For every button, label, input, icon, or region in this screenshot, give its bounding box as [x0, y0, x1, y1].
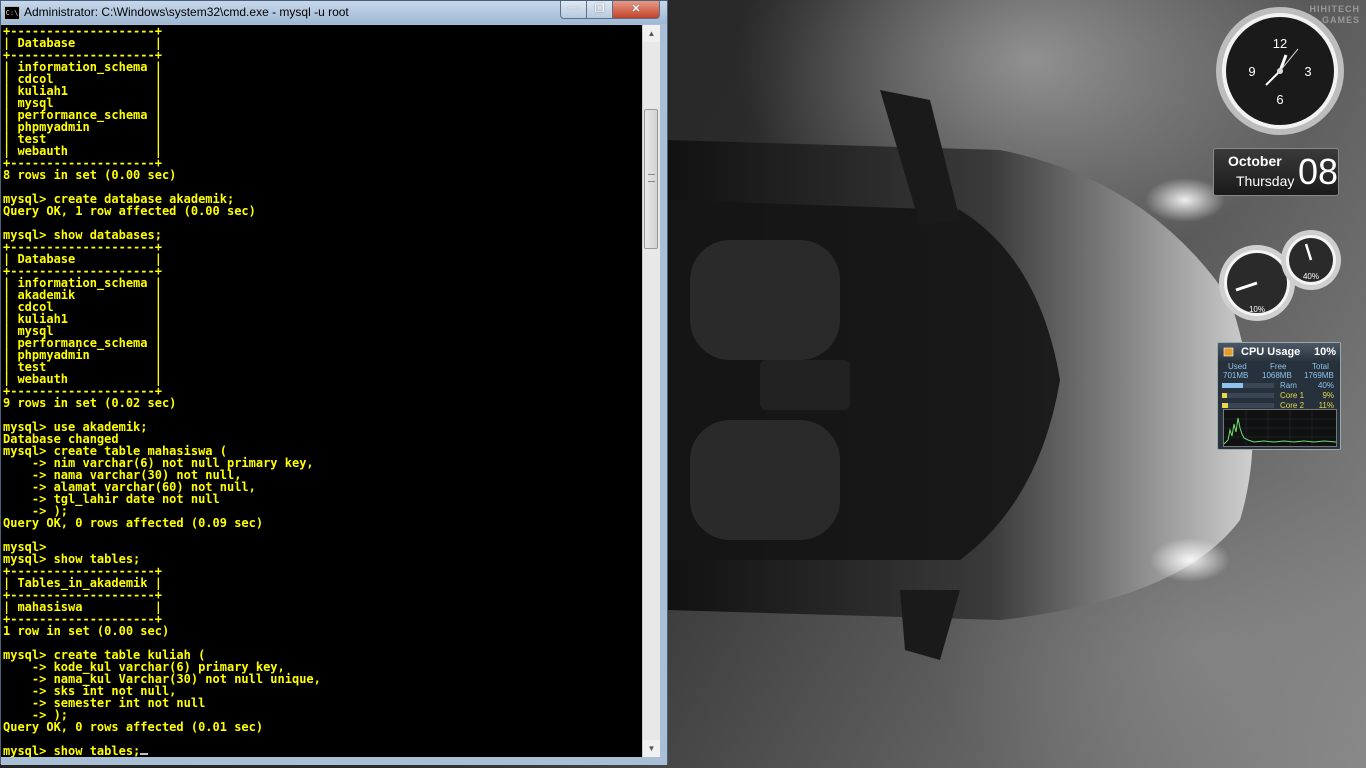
cpu-history-line [1224, 417, 1336, 445]
window-titlebar[interactable]: C:\ Administrator: C:\Windows\system32\c… [1, 1, 667, 24]
cpu-usage-header: CPU Usage 10% [1218, 343, 1340, 361]
close-button[interactable]: ✕ [612, 1, 660, 19]
total-value: 1769MB [1304, 371, 1334, 380]
clock-numeral-6: 6 [1276, 92, 1283, 107]
close-icon: ✕ [631, 3, 641, 15]
maximize-button[interactable]: ❐ [586, 1, 613, 19]
text-cursor [140, 753, 149, 755]
minimize-button[interactable]: — [560, 1, 587, 19]
window-title: Administrator: C:\Windows\system32\cmd.e… [24, 5, 349, 19]
console-line: Query OK, 0 rows affected (0.01 sec) [3, 720, 264, 734]
cpu-meter-label: 10% [1249, 305, 1265, 314]
cpu-usage-percent: 10% [1313, 346, 1336, 358]
ram-meter-label: 40% [1303, 272, 1319, 281]
clock-gadget[interactable]: 12 3 6 9 [1214, 5, 1346, 137]
cmd-window[interactable]: C:\ Administrator: C:\Windows\system32\c… [0, 0, 668, 765]
ram-bar-fill [1222, 383, 1243, 388]
maximize-icon: ❐ [594, 3, 605, 15]
console-text: +--------------------+ | Database | +---… [1, 25, 642, 757]
console-line: 8 rows in set (0.00 sec) [3, 168, 177, 182]
console-line: 9 rows in set (0.02 sec) [3, 396, 177, 410]
console-input-line[interactable]: mysql> show tables; [3, 744, 140, 757]
calendar-gadget[interactable]: October Thursday 08 [1213, 148, 1339, 196]
scroll-up-arrow-icon[interactable]: ▲ [643, 25, 660, 42]
core1-bar-fill [1222, 393, 1227, 398]
cpu-usage-gadget[interactable]: CPU Usage 10% Used Free Total 701MB 1068… [1217, 342, 1341, 450]
cmd-icon[interactable]: C:\ [4, 6, 20, 20]
clock-face: 12 3 6 9 [1216, 7, 1344, 135]
free-header: Free [1270, 362, 1287, 371]
total-header: Total [1312, 362, 1329, 371]
ram-bar [1222, 383, 1274, 388]
calendar-day: 08 [1298, 151, 1339, 192]
minimize-icon: — [568, 2, 579, 14]
scrollbar-thumb[interactable] [644, 108, 658, 249]
used-header: Used [1228, 362, 1247, 371]
clock-numeral-12: 12 [1273, 36, 1287, 51]
console-output[interactable]: +--------------------+ | Database | +---… [1, 25, 642, 757]
free-value: 1068MB [1262, 371, 1292, 380]
console-line: 1 row in set (0.00 sec) [3, 624, 170, 638]
ram-row-value: 40% [1317, 381, 1334, 390]
clock-numeral-3: 3 [1304, 64, 1311, 79]
core2-bar-fill [1222, 403, 1228, 408]
ram-row: Ram 40% [1222, 381, 1336, 390]
calendar-month: October [1228, 153, 1282, 169]
core1-bar [1222, 393, 1274, 398]
core1-row: Core 1 9% [1222, 391, 1336, 400]
clock-numeral-9: 9 [1248, 64, 1255, 79]
console-line: Query OK, 1 row affected (0.00 sec) [3, 204, 256, 218]
used-value: 701MB [1223, 371, 1249, 380]
calendar-weekday: Thursday [1236, 173, 1295, 189]
scroll-down-arrow-icon[interactable]: ▼ [643, 740, 660, 757]
console-line: Query OK, 0 rows affected (0.09 sec) [3, 516, 264, 530]
cpu-usage-title: CPU Usage [1241, 346, 1301, 358]
cpu-meter-gadget[interactable]: 10% 40% [1214, 228, 1344, 322]
core2-bar [1222, 403, 1274, 408]
meter-dials: 10% 40% [1219, 230, 1341, 321]
core1-row-value: 9% [1322, 391, 1334, 400]
chip-icon [1223, 347, 1234, 357]
window-bottom-border [1, 757, 667, 765]
scrollbar-grip-icon [648, 173, 655, 182]
vertical-scrollbar[interactable]: ▲ ▼ [642, 25, 660, 757]
cpu-history-graph [1223, 409, 1337, 447]
ram-row-label: Ram [1280, 381, 1297, 390]
core1-row-label: Core 1 [1280, 391, 1305, 400]
